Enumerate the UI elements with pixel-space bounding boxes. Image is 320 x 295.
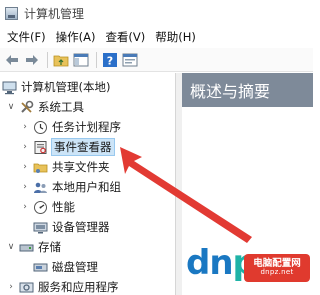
- tree-label-performance: 性能: [52, 200, 75, 214]
- expand-icon[interactable]: ›: [20, 162, 30, 172]
- window-title: 计算机管理: [24, 6, 85, 21]
- event-viewer-icon: [33, 140, 48, 155]
- tree-item-task-scheduler[interactable]: › 任务计划程序: [20, 117, 121, 137]
- expand-collapse-icon[interactable]: ∨: [6, 242, 16, 252]
- navigation-tree: 计算机管理(本地) ∨ 系统工具 › 任务计划程序 › 事件查看器 › 共享文件…: [0, 73, 176, 295]
- pane-header: 概述与摘要: [182, 73, 313, 107]
- shared-folder-icon: [33, 160, 48, 175]
- tree-label-event-viewer: 事件查看器: [51, 138, 115, 156]
- device-manager-icon: [33, 220, 48, 235]
- title-bar: 计算机管理: [0, 0, 313, 26]
- watermark-badge: 电脑配置网 dnpz.net: [244, 254, 310, 282]
- tree-label-disk-management: 磁盘管理: [52, 260, 98, 274]
- tools-icon: [19, 100, 34, 115]
- tree-item-root[interactable]: 计算机管理(本地): [2, 77, 110, 97]
- tree-label-task-scheduler: 任务计划程序: [52, 120, 121, 134]
- computer-management-icon: [2, 80, 17, 95]
- expand-icon[interactable]: ›: [20, 122, 30, 132]
- storage-icon: [19, 240, 34, 255]
- tree-label-root: 计算机管理(本地): [21, 80, 111, 94]
- disk-icon: [33, 260, 48, 275]
- show-hide-tree-icon[interactable]: [72, 51, 90, 69]
- tree-item-services-apps[interactable]: › 服务和应用程序: [6, 277, 119, 295]
- toolbar: ?: [0, 48, 313, 72]
- expand-icon[interactable]: ›: [20, 202, 30, 212]
- properties-icon[interactable]: [121, 51, 139, 69]
- tree-label-storage: 存储: [38, 240, 61, 254]
- back-arrow-icon[interactable]: [3, 51, 21, 69]
- expand-icon[interactable]: ›: [20, 142, 30, 152]
- menu-view[interactable]: 查看(V): [100, 29, 150, 45]
- tree-item-shared-folders[interactable]: › 共享文件夹: [20, 157, 110, 177]
- menu-bar: 文件(F) 操作(A) 查看(V) 帮助(H): [0, 26, 313, 48]
- tree-item-device-manager[interactable]: 设备管理器: [33, 217, 110, 237]
- tree-label-device-manager: 设备管理器: [52, 220, 110, 234]
- tree-item-system-tools[interactable]: ∨ 系统工具: [6, 97, 84, 117]
- performance-icon: [33, 200, 48, 215]
- tree-item-disk-management[interactable]: 磁盘管理: [33, 257, 98, 277]
- menu-action[interactable]: 操作(A): [51, 29, 101, 45]
- menu-help[interactable]: 帮助(H): [150, 29, 201, 45]
- forward-arrow-icon[interactable]: [23, 51, 41, 69]
- help-icon[interactable]: ?: [101, 51, 119, 69]
- expand-icon[interactable]: ›: [6, 282, 16, 292]
- expand-icon[interactable]: ›: [20, 182, 30, 192]
- tree-label-local-users: 本地用户和组: [52, 180, 121, 194]
- tree-label-system-tools: 系统工具: [38, 100, 84, 114]
- expand-collapse-icon[interactable]: ∨: [6, 102, 16, 112]
- watermark-badge-url: dnpz.net: [260, 268, 294, 277]
- svg-text:?: ?: [107, 54, 113, 67]
- menu-file[interactable]: 文件(F): [2, 29, 51, 45]
- watermark-text-dn: dn: [186, 243, 234, 283]
- tree-item-local-users[interactable]: › 本地用户和组: [20, 177, 121, 197]
- tree-item-performance[interactable]: › 性能: [20, 197, 75, 217]
- computer-management-icon: [5, 6, 18, 20]
- tree-item-event-viewer[interactable]: › 事件查看器: [20, 137, 115, 157]
- clock-icon: [33, 120, 48, 135]
- toolbar-separator: [96, 51, 97, 68]
- folder-up-icon[interactable]: [52, 51, 70, 69]
- tree-item-storage[interactable]: ∨ 存储: [6, 237, 61, 257]
- tree-label-shared-folders: 共享文件夹: [52, 160, 110, 174]
- tree-label-services-apps: 服务和应用程序: [38, 280, 119, 294]
- users-icon: [33, 180, 48, 195]
- services-icon: [19, 280, 34, 295]
- toolbar-separator: [47, 51, 48, 68]
